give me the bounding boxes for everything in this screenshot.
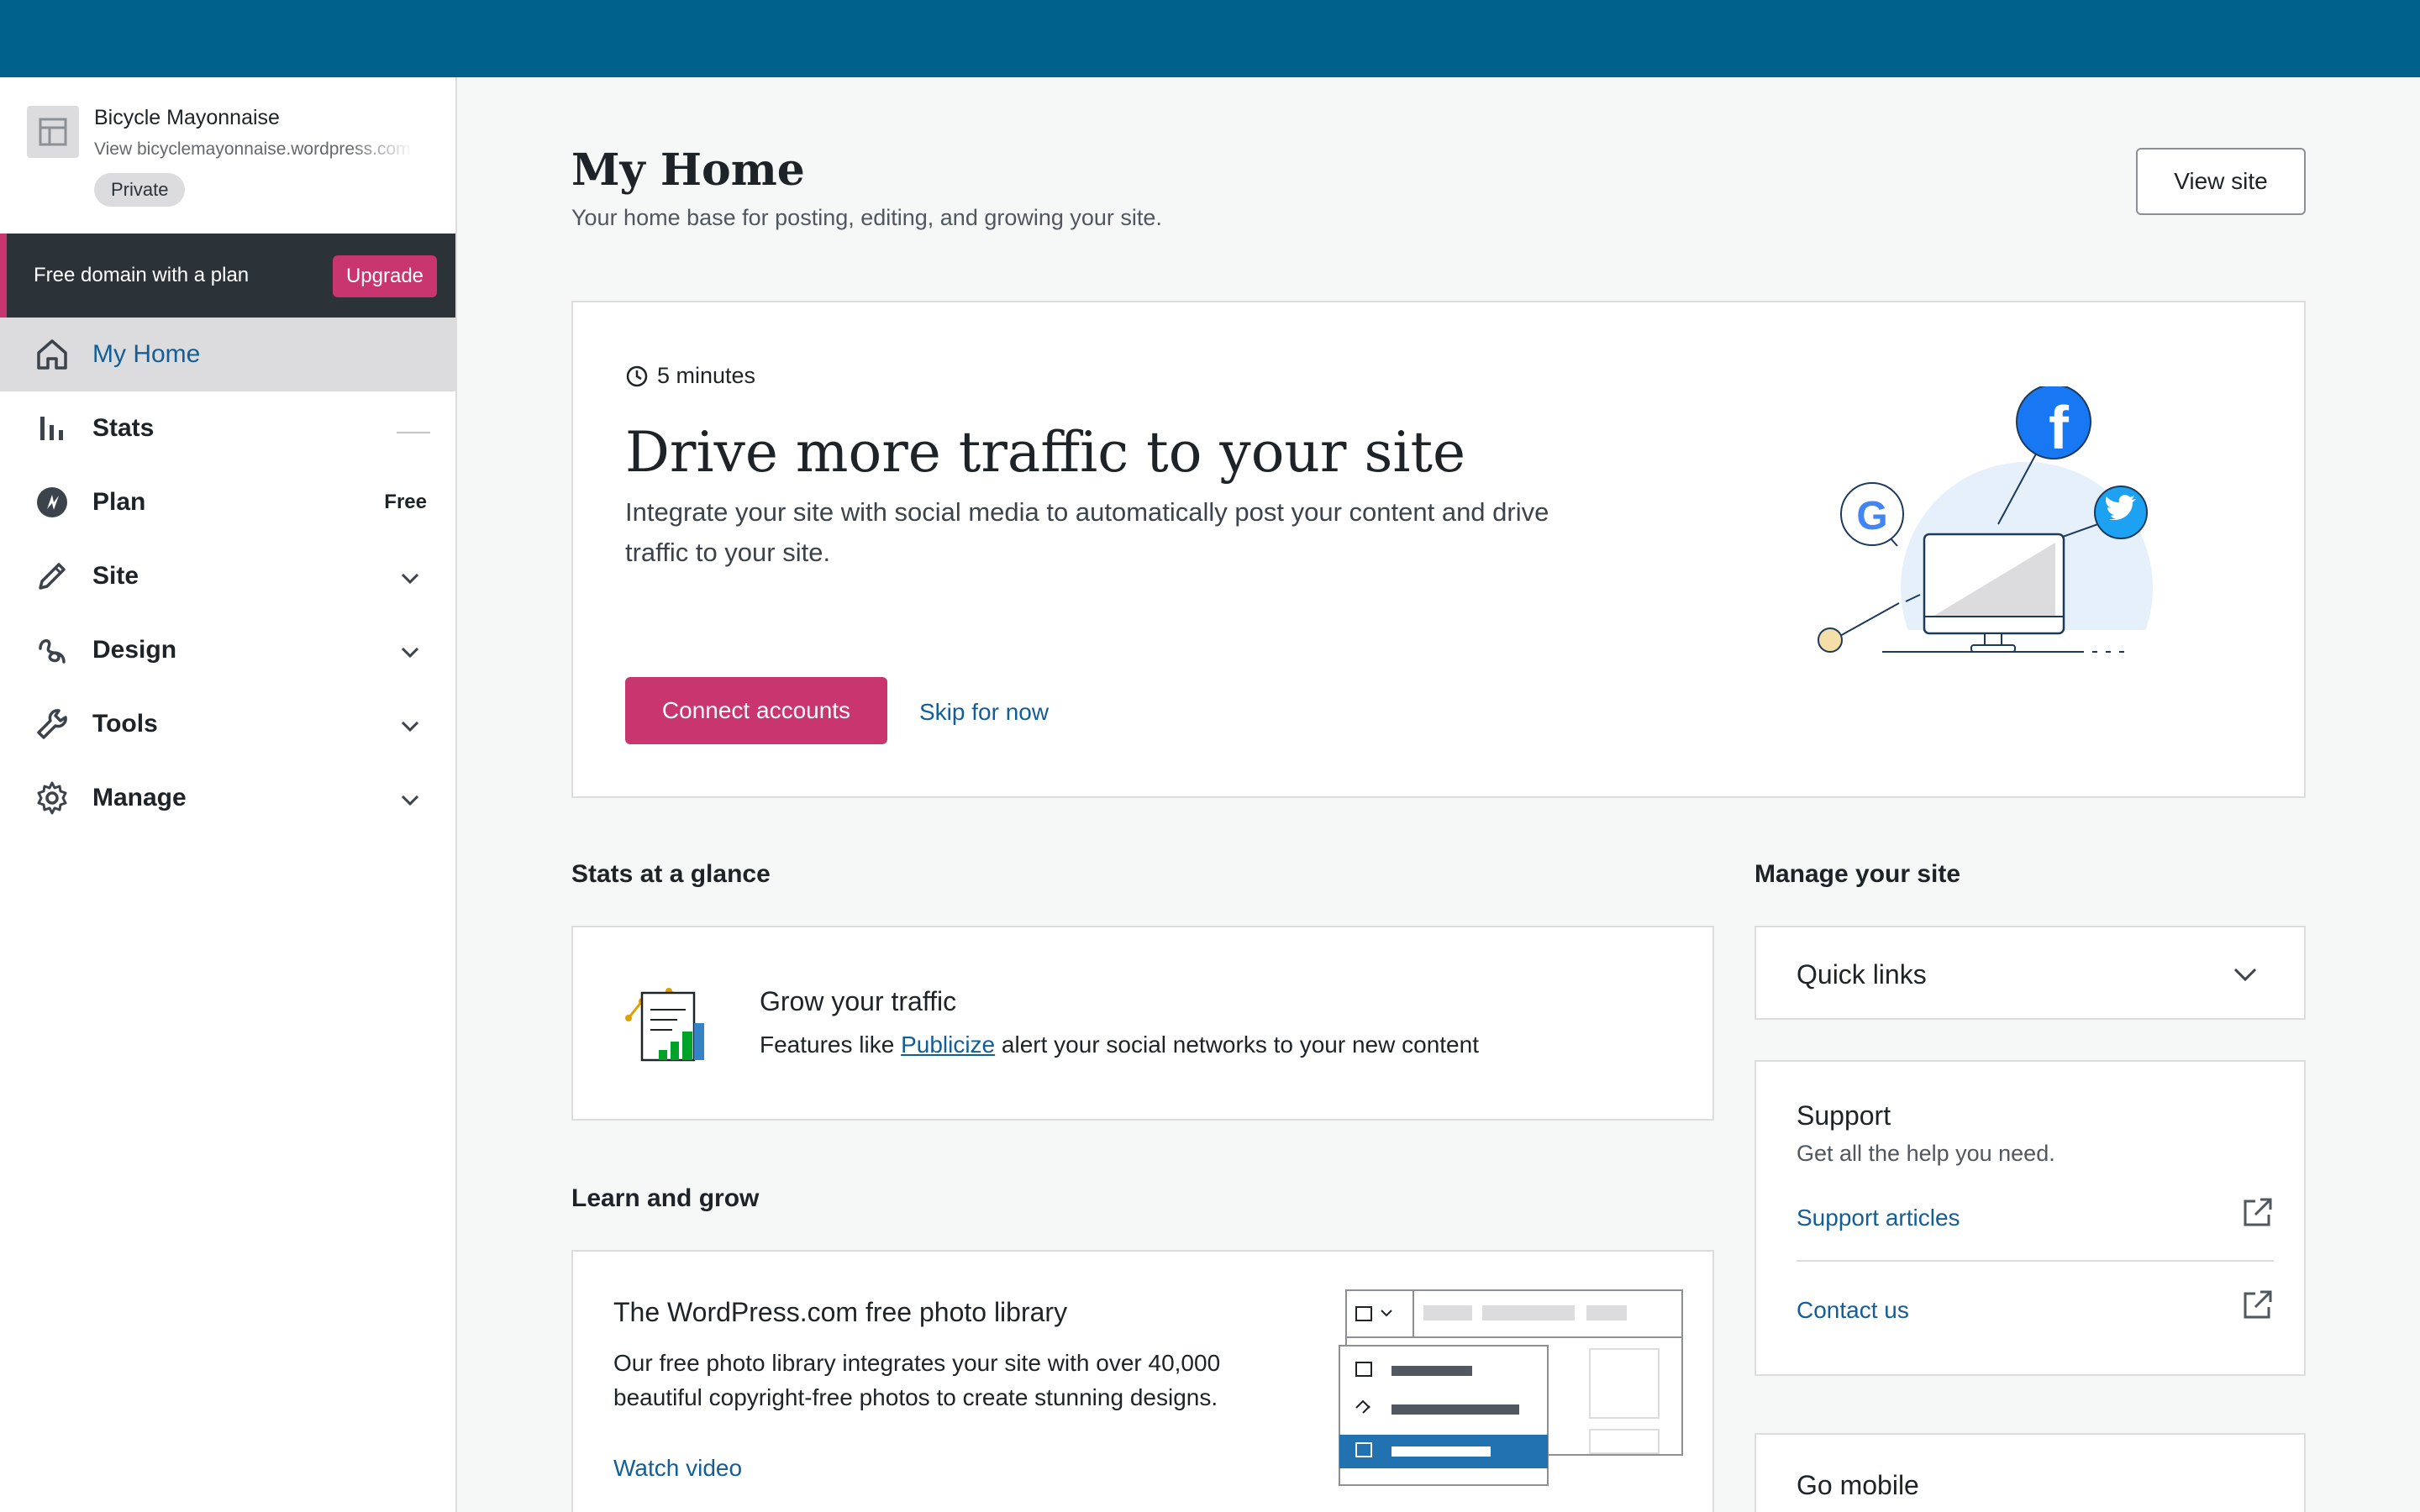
sidebar-item-label: Plan — [92, 488, 146, 516]
plan-badge: Free — [384, 491, 427, 513]
plan-icon — [37, 487, 67, 517]
sidebar-item-label: Tools — [92, 710, 158, 738]
connect-accounts-button[interactable]: Connect accounts — [625, 677, 887, 744]
stats-section-title: Stats at a glance — [571, 860, 771, 888]
contact-us-row[interactable]: Contact us — [1797, 1287, 2274, 1354]
grow-desc-text: alert your social networks to your new c… — [995, 1032, 1479, 1058]
page-subtitle: Your home base for posting, editing, and… — [571, 205, 1162, 230]
grow-traffic-title: Grow your traffic — [760, 986, 957, 1016]
sidebar-item-label: Site — [92, 562, 139, 590]
watch-video-link[interactable]: Watch video — [613, 1455, 742, 1482]
wrench-icon — [37, 709, 67, 739]
support-articles-row[interactable]: Support articles — [1797, 1194, 2274, 1262]
task-time-label: 5 minutes — [657, 363, 756, 388]
pencil-icon — [39, 563, 66, 590]
page-title: My Home — [571, 144, 805, 196]
go-mobile-card: Go mobile — [1754, 1433, 2306, 1512]
sidebar-item-label: Stats — [92, 414, 155, 442]
learn-section-title: Learn and grow — [571, 1184, 760, 1212]
chevron-down-icon — [401, 721, 419, 732]
task-card: 5 minutes Drive more traffic to your sit… — [571, 301, 2306, 798]
chevron-down-icon — [401, 573, 419, 585]
external-link-icon — [2244, 1198, 2272, 1226]
clock-icon — [626, 365, 648, 386]
task-title: Drive more traffic to your site — [625, 420, 1466, 485]
quick-links-title: Quick links — [1797, 959, 1927, 990]
sidebar-item-plan[interactable]: Plan Free — [0, 465, 455, 539]
support-subtitle: Get all the help you need. — [1797, 1141, 2055, 1166]
task-time: 5 minutes — [625, 363, 755, 389]
site-icon — [27, 106, 79, 158]
sidebar-item-tools[interactable]: Tools — [0, 687, 455, 761]
site-name[interactable]: Bicycle Mayonnaise — [94, 106, 280, 130]
grow-desc-text: Features like — [760, 1032, 902, 1058]
chevron-down-icon — [401, 795, 419, 806]
stats-card: Grow your traffic Features like Publiciz… — [571, 926, 1714, 1121]
sidebar-item-label: Manage — [92, 784, 187, 811]
support-title: Support — [1797, 1100, 1891, 1131]
contact-us-link[interactable]: Contact us — [1797, 1297, 1909, 1324]
learn-title: The WordPress.com free photo library — [613, 1297, 1068, 1327]
learn-card: The WordPress.com free photo library Our… — [571, 1250, 1714, 1512]
external-link-icon — [2244, 1290, 2272, 1319]
sidebar-item-stats[interactable]: Stats — [0, 391, 455, 465]
sidebar-item-design[interactable]: Design — [0, 613, 455, 687]
upgrade-button[interactable]: Upgrade — [333, 255, 437, 297]
home-icon — [37, 339, 67, 370]
grow-traffic-icon — [625, 988, 704, 1062]
chevron-down-icon[interactable] — [2228, 958, 2262, 991]
quick-links-card[interactable]: Quick links — [1754, 926, 2306, 1020]
design-icon — [39, 639, 66, 664]
grow-traffic-description: Features like Publicize alert your socia… — [760, 1032, 1479, 1058]
sidebar-item-manage[interactable]: Manage — [0, 761, 455, 835]
private-badge: Private — [94, 173, 186, 207]
support-articles-link[interactable]: Support articles — [1797, 1205, 1960, 1231]
gear-icon — [37, 781, 67, 815]
view-site-button[interactable]: View site — [2136, 148, 2306, 215]
upsell-banner[interactable]: Free domain with a plan Upgrade — [0, 234, 455, 318]
svg-text:G: G — [1856, 494, 1887, 538]
task-description: Integrate your site with social media to… — [625, 497, 1549, 567]
site-url[interactable]: View bicyclemayonnaise.wordpress.com — [94, 139, 413, 160]
publicize-link[interactable]: Publicize — [901, 1032, 995, 1058]
sidebar-item-label: Design — [92, 636, 177, 664]
svg-text:f: f — [2049, 395, 2070, 462]
manage-section-title: Manage your site — [1754, 860, 1961, 888]
masterbar — [0, 0, 2420, 77]
skip-for-now-link[interactable]: Skip for now — [919, 699, 1049, 726]
learn-description: Our free photo library integrates your s… — [613, 1350, 1221, 1410]
sidebar: Bicycle Mayonnaise View bicyclemayonnais… — [0, 77, 457, 1512]
stats-icon — [40, 417, 63, 440]
upsell-text: Free domain with a plan — [34, 264, 250, 286]
stats-sparkline — [397, 432, 430, 433]
social-traffic-illustration: G f — [1807, 386, 2210, 706]
sidebar-item-site[interactable]: Site — [0, 539, 455, 613]
site-card[interactable]: Bicycle Mayonnaise View bicyclemayonnais… — [0, 77, 455, 234]
support-card: Support Get all the help you need. Suppo… — [1754, 1060, 2306, 1376]
go-mobile-title: Go mobile — [1797, 1470, 1919, 1500]
sidebar-item-my-home[interactable]: My Home — [0, 318, 455, 391]
chevron-down-icon — [401, 647, 419, 659]
photo-library-illustration — [1339, 1289, 1683, 1486]
sidebar-item-label: My Home — [92, 340, 201, 368]
